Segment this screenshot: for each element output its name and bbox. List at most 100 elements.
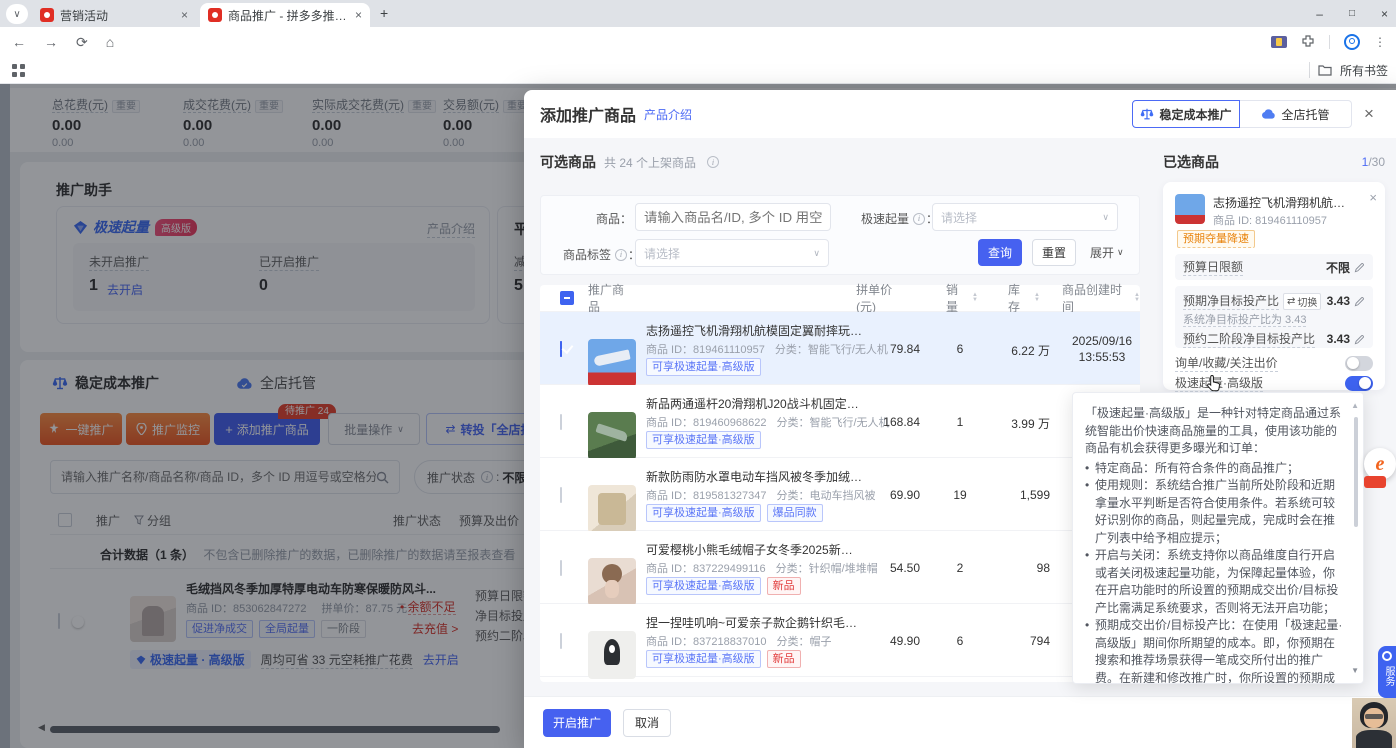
new-tab-button[interactable]: + <box>380 5 388 21</box>
speed-boost-tag: 可享极速起量·高级版 <box>646 577 761 595</box>
speed-boost-tag: 可享极速起量·高级版 <box>646 504 761 522</box>
row-checkbox[interactable] <box>560 633 562 649</box>
speed-boost-toggle[interactable] <box>1345 376 1373 391</box>
stage2-roi-value: 3.43 <box>1327 332 1350 346</box>
tab-title: 营销活动 <box>60 7 173 24</box>
tab-close-icon[interactable]: × <box>355 8 362 22</box>
row-created-time: 13:55:53 <box>1068 349 1136 365</box>
window-maximize-button[interactable]: □ <box>1349 8 1355 19</box>
window-close-button[interactable]: × <box>1381 7 1388 21</box>
browser-tab-2-active[interactable]: 商品推广 - 拼多多推广平台 × <box>200 3 370 27</box>
info-icon[interactable]: i <box>913 213 925 225</box>
system-roi-note: 系统净目标投产比为 3.43 <box>1183 314 1306 327</box>
row-price: 69.90 <box>850 488 920 502</box>
forward-icon[interactable]: → <box>44 34 58 50</box>
column-stock[interactable]: 库存 <box>1008 281 1031 315</box>
row-created-date: 2025/09/16 <box>1068 333 1136 349</box>
apps-grid-icon[interactable] <box>12 64 25 77</box>
mode-stable-cost-button[interactable]: 稳定成本推广 <box>1132 100 1240 128</box>
all-bookmarks-label[interactable]: 所有书签 <box>1340 62 1388 79</box>
selected-count-total: /30 <box>1368 155 1385 169</box>
sort-icons: ▲▼ <box>972 293 978 303</box>
info-icon[interactable]: i <box>615 249 627 261</box>
product-thumbnail <box>588 485 636 533</box>
window-minimize-button[interactable]: – <box>1316 7 1323 21</box>
mode-full-hosting-button[interactable]: 全店托管 <box>1240 100 1352 128</box>
home-icon[interactable]: ⌂ <box>106 34 114 50</box>
mouse-cursor-hand <box>1206 374 1222 392</box>
browser-menu-kebab-icon[interactable]: ⋮ <box>1374 35 1386 49</box>
switch-mode-button[interactable]: ⇄切换 <box>1283 293 1321 310</box>
column-sales[interactable]: 销量 <box>946 281 969 315</box>
remove-selected-icon[interactable]: × <box>1369 190 1377 205</box>
expected-roi-value: 3.43 <box>1327 294 1350 308</box>
row-sales: 2 <box>940 561 980 575</box>
edit-pencil-icon[interactable] <box>1354 334 1365 345</box>
tag-filter-select[interactable]: 请选择 ∨ <box>635 239 829 267</box>
cancel-button[interactable]: 取消 <box>623 709 671 737</box>
select-all-checkbox[interactable] <box>560 291 574 305</box>
edit-pencil-icon[interactable] <box>1354 262 1365 273</box>
service-floating-button[interactable]: 服务 <box>1378 646 1396 698</box>
row-product-title[interactable]: 捏一捏哇叽响~可爱亲子款企鹅针织毛绒绒护耳帽有弹... <box>646 614 864 631</box>
floating-logo[interactable]: e <box>1364 448 1396 492</box>
selected-product-title: 志扬遥控飞机滑翔机航模固定翼耐摔... <box>1213 194 1355 211</box>
pinduoduo-favicon <box>40 8 54 22</box>
hot-item-tag: 爆品同款 <box>767 504 823 522</box>
extensions-puzzle-icon[interactable] <box>1301 35 1315 49</box>
tab-search-icon[interactable]: ∨ <box>6 4 28 24</box>
reload-icon[interactable]: ⟳ <box>76 34 88 51</box>
row-checkbox[interactable] <box>560 560 562 576</box>
selected-product-card: 志扬遥控飞机滑翔机航模固定翼耐摔... 商品 ID: 819461110957 … <box>1163 182 1385 390</box>
swap-icon: ⇄ <box>1287 296 1295 307</box>
extension-icon[interactable] <box>1271 36 1287 48</box>
row-product-title[interactable]: 新款防雨防水罩电动车挡风被冬季加绒加厚电瓶摩托全... <box>646 468 864 485</box>
query-button[interactable]: 查询 <box>978 239 1022 266</box>
back-icon[interactable]: ← <box>12 34 26 50</box>
tooltip-scrollbar[interactable] <box>1354 417 1358 527</box>
available-goods-title: 可选商品 <box>540 152 596 172</box>
tab-close-icon[interactable]: × <box>181 8 188 22</box>
speed-boost-tag: 可享极速起量·高级版 <box>646 358 761 376</box>
expand-toggle[interactable]: 展开 ∨ <box>1090 244 1124 261</box>
row-product-title[interactable]: 可爱樱桃小熊毛绒帽子女冬季2025新款加绒加厚保暖防... <box>646 541 864 558</box>
divider <box>1329 35 1330 49</box>
row-checkbox[interactable] <box>560 414 562 430</box>
row-checkbox[interactable] <box>560 487 562 503</box>
browser-address-bar: ← → ⟳ ⌂ yingxiao.pinduoduo.com/goods/pro… <box>0 27 1396 57</box>
product-intro-link[interactable]: 产品介绍 <box>644 106 692 123</box>
folder-icon <box>1318 64 1332 76</box>
row-product-title[interactable]: 志扬遥控飞机滑翔机航模固定翼耐摔玩具泡沫电动充电... <box>646 322 864 339</box>
scroll-down-icon[interactable]: ▼ <box>1351 662 1359 680</box>
expected-roi-label: 预期净目标投产比 <box>1183 292 1279 310</box>
expand-label: 展开 <box>1090 244 1114 261</box>
goods-filter-input[interactable] <box>635 203 831 231</box>
new-item-tag: 新品 <box>767 650 801 668</box>
modal-close-icon[interactable]: × <box>1364 104 1374 124</box>
goods-row[interactable]: 新款防雨防水罩电动车挡风被冬季加绒加厚电瓶摩托全... 商品 ID：819581… <box>540 458 1140 531</box>
goods-row[interactable]: 志扬遥控飞机滑翔机航模固定翼耐摔玩具泡沫电动充电... 商品 ID：819461… <box>540 312 1140 385</box>
row-sales: 6 <box>940 342 980 356</box>
speed-boost-row: 极速起量·高级版 <box>1175 374 1373 392</box>
info-icon[interactable]: i <box>707 156 719 168</box>
profile-avatar-icon[interactable] <box>1344 34 1360 50</box>
row-checkbox[interactable] <box>560 341 562 357</box>
start-promotion-button[interactable]: 开启推广 <box>543 709 611 737</box>
goods-row[interactable]: 捏一捏哇叽响~可爱亲子款企鹅针织毛绒绒护耳帽有弹... 商品 ID：837218… <box>540 604 1140 677</box>
speed-filter-select[interactable]: 请选择 ∨ <box>932 203 1118 231</box>
reset-button[interactable]: 重置 <box>1032 239 1076 266</box>
goods-row[interactable]: 可爱樱桃小熊毛绒帽子女冬季2025新款加绒加厚保暖防... 商品 ID：8372… <box>540 531 1140 604</box>
sort-icons: ▲▼ <box>1034 293 1040 303</box>
column-product: 推广商品 <box>588 281 634 315</box>
product-thumbnail <box>1175 194 1205 224</box>
row-product-id: 商品 ID：819461110957 <box>646 344 765 356</box>
browser-tab-1[interactable]: 营销活动 × <box>32 3 196 27</box>
product-thumbnail <box>588 558 636 606</box>
goods-row[interactable]: 新品两通遥杆20滑翔机J20战斗机固定翼电动摆饰航模遥... 商品 ID：819… <box>540 385 1140 458</box>
edit-pencil-icon[interactable] <box>1354 296 1365 307</box>
row-product-title[interactable]: 新品两通遥杆20滑翔机J20战斗机固定翼电动摆饰航模遥... <box>646 395 864 412</box>
chevron-down-icon: ∨ <box>1117 247 1124 258</box>
inquiry-bid-toggle[interactable] <box>1345 356 1373 371</box>
scroll-up-icon[interactable]: ▲ <box>1351 397 1359 415</box>
column-created[interactable]: 商品创建时间 <box>1062 281 1131 315</box>
